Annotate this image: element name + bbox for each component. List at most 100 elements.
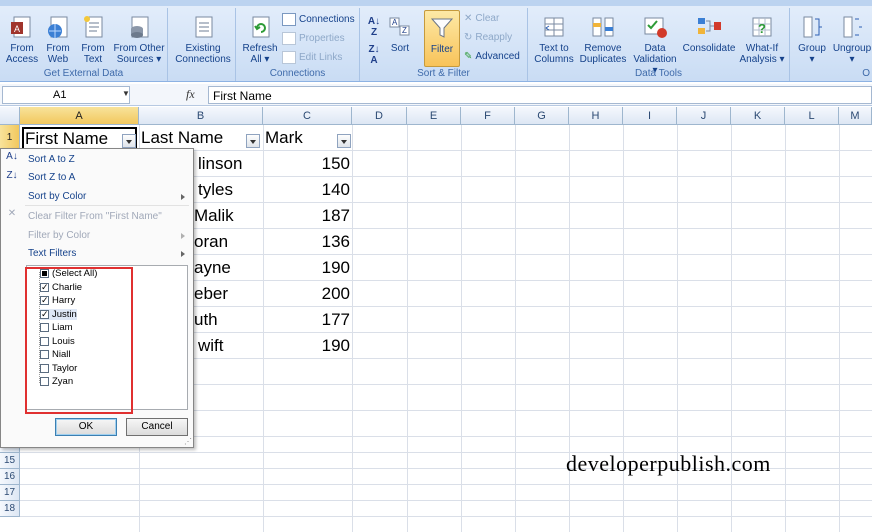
existing-connections-button[interactable]: Existing Connections (172, 14, 234, 65)
cell-b9[interactable]: wift (198, 336, 224, 356)
sort-button[interactable]: AZ Sort (386, 14, 414, 54)
column-header-m[interactable]: M (839, 107, 872, 125)
column-header-f[interactable]: F (461, 107, 515, 125)
consolidate-button[interactable]: Consolidate (682, 14, 736, 54)
reapply-button[interactable]: ↻ Reapply (464, 32, 512, 43)
what-if-analysis-button[interactable]: ? What-If Analysis ▾ (738, 14, 786, 65)
cell-c6[interactable]: 190 (264, 258, 350, 278)
from-access-button[interactable]: A From Access (4, 14, 40, 65)
ok-button[interactable]: OK (55, 418, 117, 436)
column-header-h[interactable]: H (569, 107, 623, 125)
cell-c7[interactable]: 200 (264, 284, 350, 304)
connections-button[interactable]: Connections (282, 13, 355, 26)
advanced-label: Advanced (475, 51, 520, 62)
cell-b3[interactable]: tyles (198, 180, 233, 200)
properties-label: Properties (299, 33, 345, 44)
sort-dialog-icon: AZ (387, 14, 413, 40)
gridline (20, 516, 872, 517)
column-header-l[interactable]: L (785, 107, 839, 125)
column-header-a[interactable]: A (20, 107, 139, 125)
menu-sort-by-color[interactable]: Sort by Color (28, 191, 86, 202)
what-if-icon: ? (749, 14, 775, 40)
cell-b6[interactable]: ayne (194, 258, 231, 278)
ungroup-button[interactable]: Ungroup ▾ (832, 14, 872, 65)
name-box-dropdown-icon[interactable]: ▼ (122, 89, 130, 98)
name-box[interactable]: A1 (2, 86, 130, 104)
menu-sort-a-to-z[interactable]: Sort A to Z (28, 154, 75, 165)
menu-filter-by-color[interactable]: Filter by Color (28, 230, 90, 241)
row-header-16[interactable]: 16 (0, 469, 20, 485)
column-header-j[interactable]: J (677, 107, 731, 125)
cancel-button[interactable]: Cancel (126, 418, 188, 436)
column-header-k[interactable]: K (731, 107, 785, 125)
text-columns-label-1: Text to (539, 43, 569, 54)
menu-text-filters[interactable]: Text Filters (28, 248, 76, 259)
submenu-arrow-icon (181, 251, 185, 257)
cell-c2[interactable]: 150 (264, 154, 350, 174)
cell-c8[interactable]: 177 (264, 310, 350, 330)
cell-a1[interactable]: First Name (22, 127, 137, 150)
cell-b7[interactable]: eber (194, 284, 228, 304)
cell-b4[interactable]: Malik (194, 206, 234, 226)
group-connections: Refresh All ▾ Connections Properties Edi… (236, 8, 360, 81)
advanced-button[interactable]: ✎ Advanced (464, 51, 520, 62)
clear-filter-button[interactable]: ✕ Clear (464, 13, 499, 24)
cell-c4[interactable]: 187 (264, 206, 350, 226)
remove-dup-label-1: Remove (584, 43, 622, 54)
cell-c3[interactable]: 140 (264, 180, 350, 200)
select-all-corner[interactable] (0, 107, 20, 125)
group-button[interactable]: Group ▾ (794, 14, 830, 65)
cell-b8[interactable]: uth (194, 310, 218, 330)
gridline (352, 125, 353, 532)
column-header-e[interactable]: E (407, 107, 461, 125)
ungroup-label: Ungroup (832, 43, 872, 54)
refresh-label-1: Refresh (242, 43, 278, 54)
text-columns-label-2: Columns (534, 54, 574, 65)
row-header-15[interactable]: 15 (0, 453, 20, 469)
column-header-c[interactable]: C (263, 107, 352, 125)
consolidate-label: Consolidate (682, 43, 736, 54)
cell-b2[interactable]: linson (198, 154, 242, 174)
group-sort-filter: A↓ Z Z↓ A AZ Sort Filter ✕ Clear ↻ Reapply ✎… (360, 8, 528, 81)
filter-button[interactable]: Filter (424, 10, 460, 67)
filter-dropdown-c-icon[interactable] (337, 134, 351, 148)
properties-button[interactable]: Properties (282, 32, 345, 45)
cell-b5[interactable]: oran (194, 232, 228, 252)
cell-b1[interactable]: Last Name (141, 128, 223, 148)
cell-c9[interactable]: 190 (264, 336, 350, 356)
menu-sort-z-to-a[interactable]: Sort Z to A (28, 172, 75, 183)
clear-filter-menu-icon: ✕ (7, 208, 17, 219)
resize-grip-icon[interactable]: ⋰ (184, 438, 192, 446)
sort-az-small-button[interactable]: A↓ Z (364, 16, 384, 38)
text-to-columns-button[interactable]: Text to Columns (532, 14, 576, 65)
sort-az-menu-icon: A↓ (6, 151, 18, 162)
globe-icon (45, 14, 71, 40)
row-header-18[interactable]: 18 (0, 501, 20, 517)
cell-c5[interactable]: 136 (264, 232, 350, 252)
filter-dropdown-b-icon[interactable] (246, 134, 260, 148)
from-text-button[interactable]: From Text (77, 14, 109, 65)
column-header-b[interactable]: B (139, 107, 263, 125)
edit-links-button[interactable]: Edit Links (282, 51, 342, 64)
remove-duplicates-button[interactable]: Remove Duplicates (578, 14, 628, 65)
watermark: developerpublish.com (566, 451, 771, 476)
column-header-g[interactable]: G (515, 107, 569, 125)
from-other-sources-button[interactable]: From Other Sources ▾ (111, 14, 167, 65)
menu-clear-filter[interactable]: Clear Filter From "First Name" (28, 211, 162, 222)
cell-c1[interactable]: Mark (265, 128, 303, 148)
column-header-i[interactable]: I (623, 107, 677, 125)
sort-za-small-button[interactable]: Z↓ A (364, 44, 384, 66)
filter-dropdown-a-icon[interactable] (122, 134, 136, 148)
properties-icon (282, 32, 296, 45)
formula-input[interactable]: First Name (208, 86, 872, 104)
gridline (461, 125, 462, 532)
insert-function-icon[interactable]: fx (186, 87, 195, 102)
from-web-button[interactable]: From Web (42, 14, 74, 65)
sort-za-icon: Z↓ A (368, 44, 380, 66)
column-header-d[interactable]: D (352, 107, 407, 125)
svg-text:Z: Z (402, 26, 407, 35)
submenu-arrow-icon (181, 194, 185, 200)
row-header-17[interactable]: 17 (0, 485, 20, 501)
data-validation-button[interactable]: Data Validation ▾ (630, 14, 680, 76)
refresh-all-button[interactable]: Refresh All ▾ (240, 14, 280, 65)
